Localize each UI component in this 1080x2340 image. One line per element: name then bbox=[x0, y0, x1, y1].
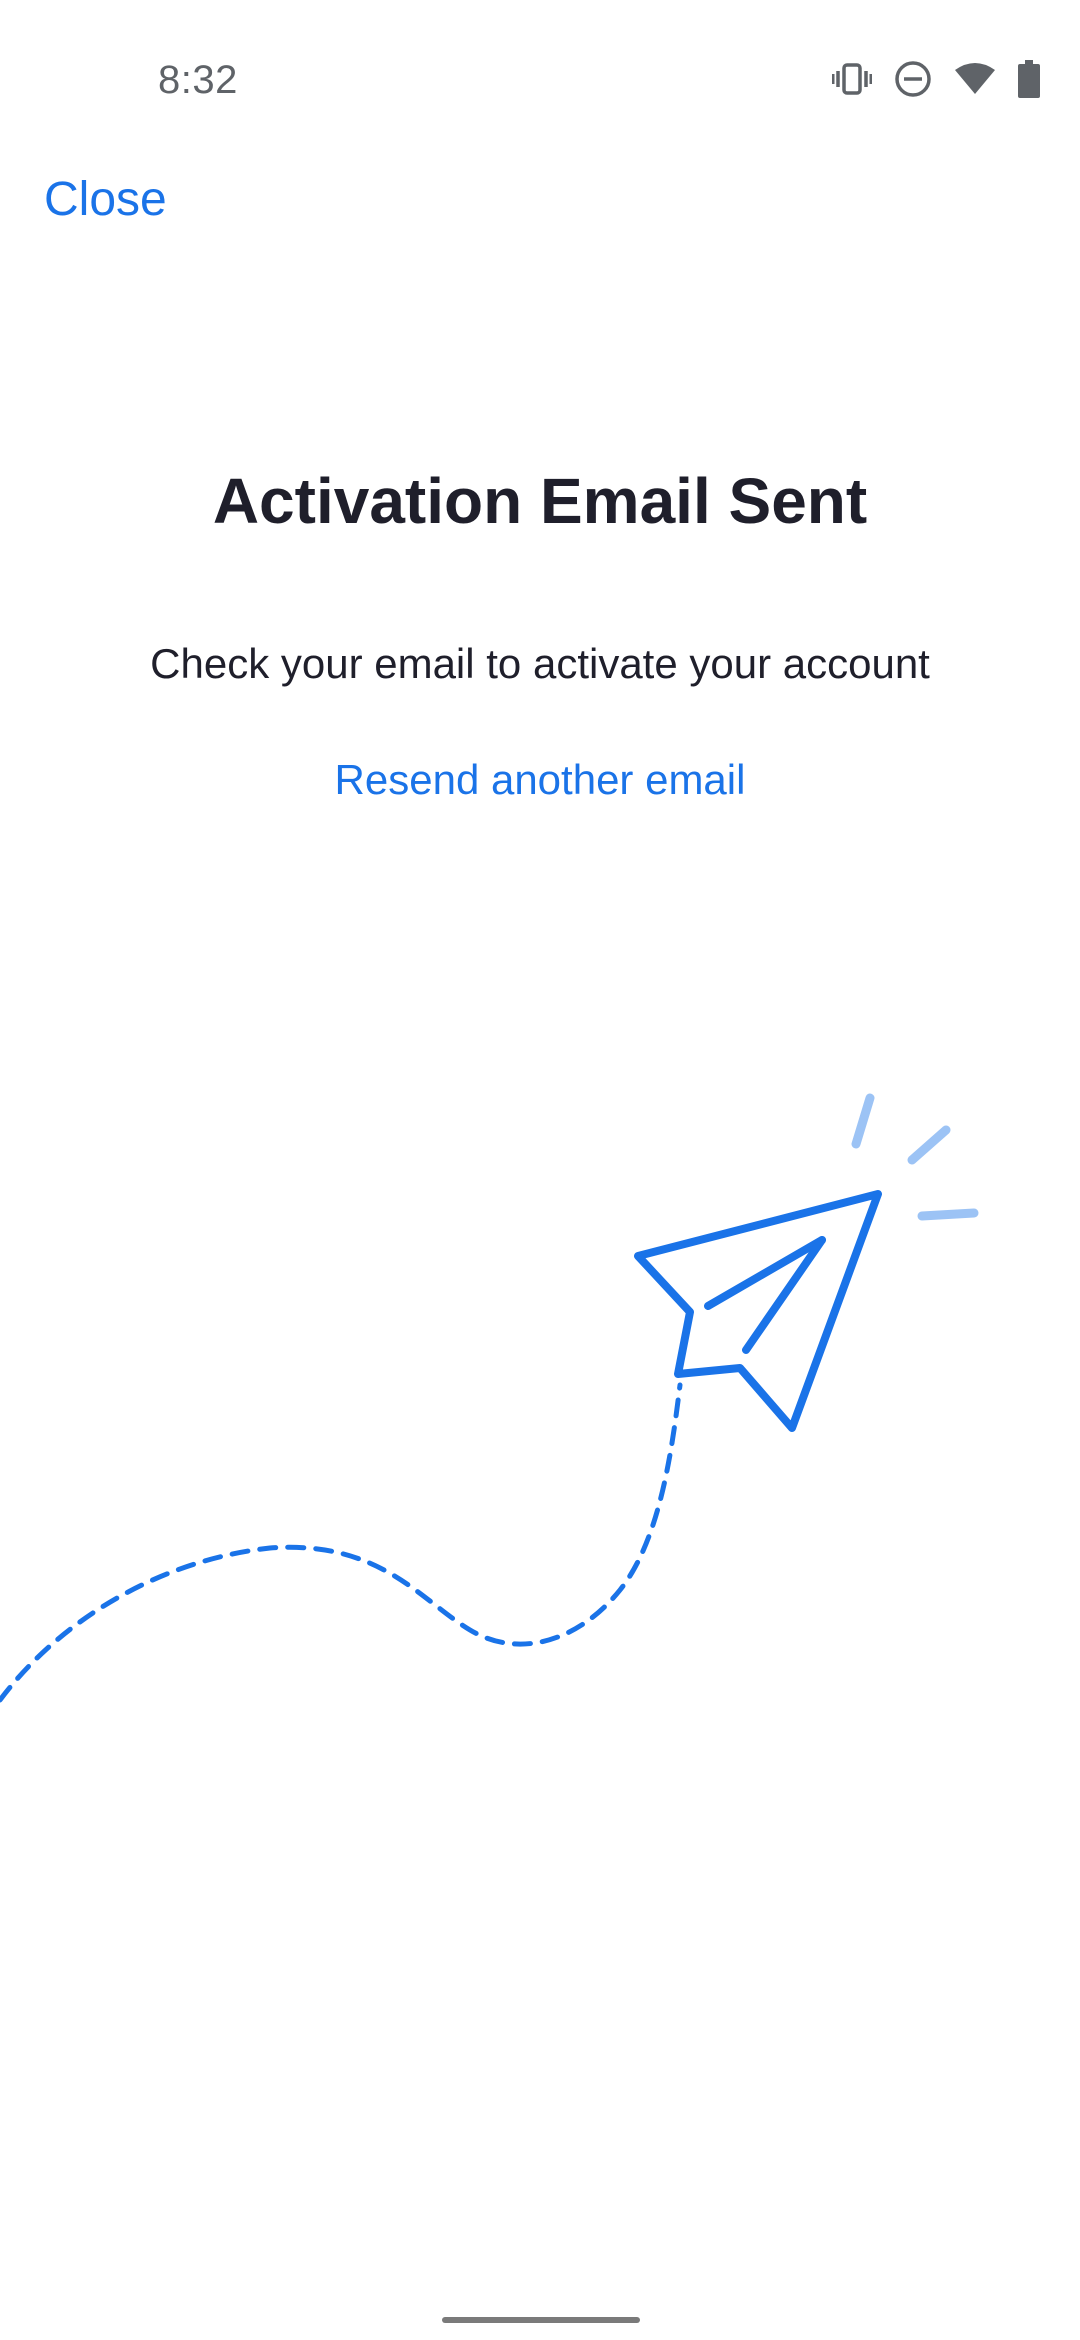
status-icons bbox=[832, 60, 1040, 98]
instruction-text: Check your email to activate your accoun… bbox=[150, 640, 930, 687]
vibrate-icon bbox=[832, 61, 872, 97]
home-indicator[interactable] bbox=[442, 2317, 640, 2323]
close-button[interactable]: Close bbox=[44, 172, 167, 227]
page-title: Activation Email Sent bbox=[212, 465, 868, 537]
flight-path bbox=[0, 1382, 683, 1703]
status-time: 8:32 bbox=[158, 58, 238, 102]
resend-email-link[interactable]: Resend another email bbox=[0, 756, 1080, 804]
do-not-disturb-icon bbox=[894, 60, 932, 98]
paper-plane-icon bbox=[634, 1190, 882, 1432]
battery-icon bbox=[1018, 60, 1040, 98]
activation-email-screen: 8:32 Close Activation Email Sent Check y… bbox=[0, 0, 1080, 2340]
paper-plane-illustration bbox=[0, 1050, 1080, 1750]
status-bar: 8:32 bbox=[0, 0, 1080, 170]
wifi-icon bbox=[954, 62, 996, 96]
